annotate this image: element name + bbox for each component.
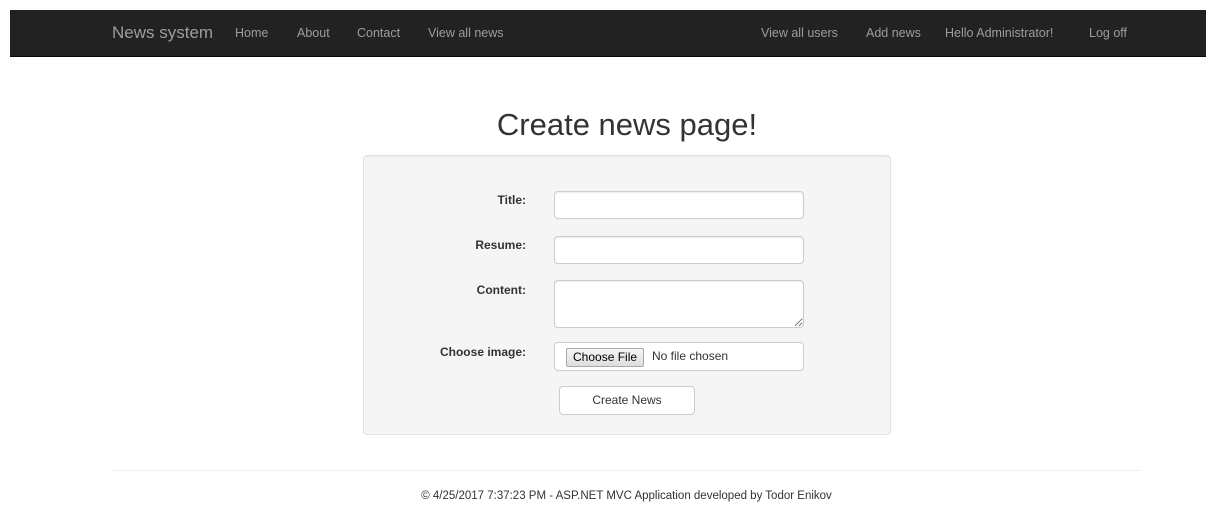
footer-text: © 4/25/2017 7:37:23 PM - ASP.NET MVC App… — [421, 490, 832, 502]
file-status-text: No file chosen — [652, 349, 729, 363]
image-file-input[interactable]: Choose File No file chosen — [554, 342, 804, 371]
nav-hello-user[interactable]: Hello Administrator! — [945, 10, 1053, 56]
nav-view-all-news[interactable]: View all news — [428, 10, 504, 56]
nav-log-off[interactable]: Log off — [1089, 10, 1127, 56]
resume-input[interactable] — [554, 236, 804, 264]
image-label: Choose image: — [439, 345, 526, 359]
content-textarea[interactable] — [554, 280, 804, 328]
nav-view-all-users[interactable]: View all users — [761, 10, 838, 56]
page-title: Create news page! — [496, 107, 758, 142]
resume-label: Resume: — [475, 238, 526, 252]
choose-file-button[interactable]: Choose File — [566, 348, 645, 367]
nav-about[interactable]: About — [297, 10, 330, 56]
nav-contact[interactable]: Contact — [357, 10, 400, 56]
nav-home[interactable]: Home — [235, 10, 268, 56]
content-label: Content: — [476, 283, 526, 297]
footer-divider — [112, 470, 1141, 471]
navbar: News system Home About Contact View all … — [10, 10, 1206, 57]
create-news-button[interactable]: Create News — [559, 386, 695, 415]
title-label: Title: — [497, 193, 526, 207]
title-input[interactable] — [554, 191, 804, 219]
nav-add-news[interactable]: Add news — [866, 10, 921, 56]
brand-link[interactable]: News system — [112, 10, 213, 56]
create-news-form: Title: Resume: Content: Choose image: Ch… — [363, 155, 891, 435]
